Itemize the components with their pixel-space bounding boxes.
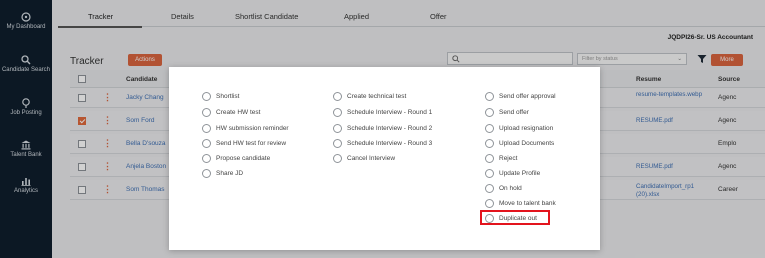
option-create-hw-test[interactable]: Create HW test: [202, 108, 260, 117]
option-update-profile[interactable]: Update Profile: [485, 169, 540, 178]
radio-button[interactable]: [485, 199, 494, 208]
option-reject[interactable]: Reject: [485, 154, 517, 163]
radio-button[interactable]: [202, 108, 211, 117]
option-send-offer-approval[interactable]: Send offer approval: [485, 92, 556, 101]
option-schedule-interview-round-3[interactable]: Schedule Interview - Round 3: [333, 139, 432, 148]
radio-button[interactable]: [333, 108, 342, 117]
option-upload-documents[interactable]: Upload Documents: [485, 139, 554, 148]
option-schedule-interview-round-2[interactable]: Schedule Interview - Round 2: [333, 124, 432, 133]
option-cancel-interview[interactable]: Cancel Interview: [333, 154, 395, 163]
radio-button[interactable]: [333, 124, 342, 133]
radio-button[interactable]: [485, 124, 494, 133]
radio-button[interactable]: [202, 154, 211, 163]
radio-button[interactable]: [333, 139, 342, 148]
radio-button[interactable]: [485, 108, 494, 117]
radio-button[interactable]: [485, 154, 494, 163]
radio-button[interactable]: [202, 92, 211, 101]
option-on-hold[interactable]: On hold: [485, 184, 522, 193]
option-shortlist[interactable]: Shortlist: [202, 92, 239, 101]
highlight-box: [480, 210, 550, 225]
option-send-offer[interactable]: Send offer: [485, 108, 529, 117]
radio-button[interactable]: [333, 92, 342, 101]
radio-button[interactable]: [202, 139, 211, 148]
option-propose-candidate[interactable]: Propose candidate: [202, 154, 270, 163]
option-share-jd[interactable]: Share JD: [202, 169, 243, 178]
radio-button[interactable]: [485, 184, 494, 193]
option-send-hw-test-for-review[interactable]: Send HW test for review: [202, 139, 286, 148]
option-schedule-interview-round-1[interactable]: Schedule Interview - Round 1: [333, 108, 432, 117]
option-create-technical-test[interactable]: Create technical test: [333, 92, 406, 101]
radio-button[interactable]: [333, 154, 342, 163]
option-move-to-talent-bank[interactable]: Move to talent bank: [485, 199, 556, 208]
radio-button[interactable]: [202, 124, 211, 133]
option-hw-submission-reminder[interactable]: HW submission reminder: [202, 124, 289, 133]
option-upload-resignation[interactable]: Upload resignation: [485, 124, 553, 133]
radio-button[interactable]: [485, 169, 494, 178]
status-action-modal: Shortlist Create HW test HW submission r…: [169, 67, 600, 250]
radio-button[interactable]: [202, 169, 211, 178]
radio-button[interactable]: [485, 139, 494, 148]
radio-button[interactable]: [485, 92, 494, 101]
